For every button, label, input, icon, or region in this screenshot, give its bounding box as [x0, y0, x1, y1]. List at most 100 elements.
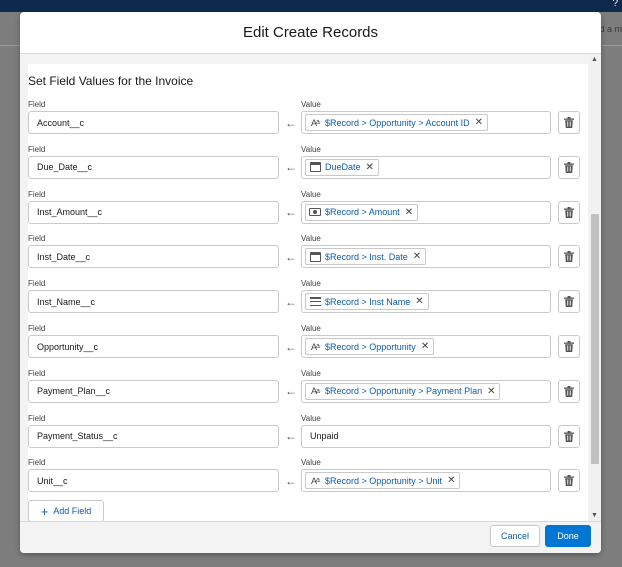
- remove-icon[interactable]: ✕: [415, 296, 423, 307]
- field-mapping-row: Field Value Inst_Date__c ← $Record > Ins…: [28, 234, 588, 274]
- resource-pill[interactable]: Aa $Record > Opportunity ✕: [305, 338, 435, 355]
- resource-pill[interactable]: Aa $Record > Opportunity > Unit ✕: [305, 472, 461, 490]
- resource-pill-label: $Record > Opportunity > Account ID: [325, 117, 470, 128]
- delete-row-button[interactable]: [558, 200, 580, 224]
- modal-scrollbar[interactable]: ▲ ▼: [589, 54, 601, 521]
- text-type-icon: Aa: [311, 117, 320, 128]
- add-field-label: Add Field: [53, 506, 92, 516]
- field-input[interactable]: Inst_Date__c: [28, 245, 279, 269]
- scroll-up-icon[interactable]: ▲: [591, 56, 598, 63]
- modal-footer: Cancel Done: [20, 521, 601, 553]
- resource-pill[interactable]: $Record > Inst Name ✕: [305, 293, 429, 311]
- resource-pill[interactable]: $Record > Amount ✕: [305, 203, 419, 221]
- resource-pill-label: $Record > Inst Name: [325, 296, 411, 307]
- resource-pill[interactable]: $Record > Inst. Date ✕: [305, 248, 427, 266]
- calendar-icon: [308, 161, 322, 174]
- value-label: Value: [301, 368, 321, 378]
- value-input[interactable]: Aa $Record > Opportunity ✕: [301, 335, 551, 358]
- trash-icon: [564, 475, 574, 487]
- field-input[interactable]: Inst_Name__c: [28, 290, 279, 314]
- section-title: Set Field Values for the Invoice: [28, 74, 194, 88]
- delete-row-button[interactable]: [558, 469, 580, 493]
- text-type-icon: Aa: [311, 475, 320, 486]
- field-input[interactable]: Payment_Plan__c: [28, 379, 279, 403]
- arrow-left-icon: ←: [285, 115, 297, 130]
- resource-pill-label: $Record > Opportunity: [325, 341, 416, 352]
- field-mapping-row: Field Value Payment_Status__c ← Unpaid: [28, 414, 588, 454]
- delete-row-button[interactable]: [558, 245, 580, 269]
- remove-icon[interactable]: ✕: [405, 207, 413, 218]
- field-mapping-row: Field Value Inst_Name__c ← $Record > Ins…: [28, 279, 588, 319]
- value-input[interactable]: Aa $Record > Opportunity > Unit ✕: [301, 469, 551, 493]
- resource-pill[interactable]: Aa $Record > Opportunity > Account ID ✕: [305, 114, 488, 131]
- field-mapping-row: Field Value Unit__c ← Aa $Record > Oppor…: [28, 458, 588, 498]
- value-input[interactable]: Aa $Record > Opportunity > Account ID ✕: [301, 111, 551, 134]
- trash-icon: [564, 296, 574, 308]
- modal-header: Edit Create Records: [20, 12, 601, 54]
- field-mapping-row: Field Value Due_Date__c ← DueDate ✕: [28, 145, 588, 185]
- field-input[interactable]: Payment_Status__c: [28, 424, 279, 448]
- field-label: Field: [28, 100, 46, 109]
- scrollbar-thumb[interactable]: [591, 214, 599, 464]
- field-input[interactable]: Opportunity__c: [28, 335, 279, 358]
- field-label: Field: [28, 234, 46, 244]
- remove-icon[interactable]: ✕: [447, 475, 455, 486]
- value-input[interactable]: $Record > Inst Name ✕: [301, 290, 551, 314]
- field-label: Field: [28, 189, 46, 199]
- remove-icon[interactable]: ✕: [475, 117, 483, 128]
- field-input[interactable]: Inst_Amount__c: [28, 200, 279, 224]
- resource-pill[interactable]: Aa $Record > Opportunity > Payment Plan …: [305, 382, 501, 400]
- arrow-left-icon: ←: [285, 249, 297, 264]
- edit-create-records-modal: Edit Create Records Set Field Values for…: [20, 12, 601, 553]
- arrow-left-icon: ←: [285, 473, 297, 488]
- field-mapping-row: Field Value Account__c ← Aa $Record > Op…: [28, 100, 588, 140]
- resource-pill-label: $Record > Opportunity > Payment Plan: [325, 386, 483, 397]
- arrow-left-icon: ←: [285, 294, 297, 309]
- remove-icon[interactable]: ✕: [487, 386, 495, 397]
- value-label: Value: [301, 144, 321, 154]
- trash-icon: [564, 385, 574, 397]
- trash-icon: [564, 341, 574, 352]
- remove-icon[interactable]: ✕: [366, 162, 374, 173]
- resource-pill[interactable]: DueDate ✕: [305, 158, 379, 176]
- add-field-button[interactable]: + Add Field: [28, 500, 104, 521]
- field-input[interactable]: Unit__c: [28, 469, 279, 493]
- field-input[interactable]: Due_Date__c: [28, 155, 279, 179]
- field-mapping-row: Field Value Inst_Amount__c ← $Record > A…: [28, 190, 588, 230]
- value-label: Value: [301, 279, 321, 289]
- scroll-down-icon[interactable]: ▼: [591, 512, 598, 519]
- value-input[interactable]: $Record > Inst. Date ✕: [301, 245, 551, 269]
- value-input[interactable]: Unpaid: [301, 424, 551, 448]
- arrow-left-icon: ←: [285, 429, 297, 444]
- calendar-icon: [308, 250, 322, 263]
- delete-row-button[interactable]: [558, 290, 580, 314]
- delete-row-button[interactable]: [558, 379, 580, 403]
- field-label: Field: [28, 144, 46, 154]
- field-mapping-row: Field Value Payment_Plan__c ← Aa $Record…: [28, 369, 588, 409]
- arrow-left-icon: ←: [285, 384, 297, 399]
- arrow-left-icon: ←: [285, 205, 297, 220]
- remove-icon[interactable]: ✕: [413, 251, 421, 262]
- delete-row-button[interactable]: [558, 424, 580, 448]
- field-values-panel: Set Field Values for the Invoice Field V…: [28, 64, 588, 521]
- value-input[interactable]: Aa $Record > Opportunity > Payment Plan …: [301, 379, 551, 403]
- delete-row-button[interactable]: [558, 155, 580, 179]
- arrow-left-icon: ←: [285, 160, 297, 175]
- field-label: Field: [28, 458, 46, 468]
- field-mapping-row: Field Value Opportunity__c ← Aa $Record …: [28, 324, 588, 364]
- value-input[interactable]: $Record > Amount ✕: [301, 200, 551, 224]
- resource-pill-label: $Record > Amount: [325, 207, 400, 218]
- cancel-button[interactable]: Cancel: [490, 525, 540, 547]
- value-input[interactable]: DueDate ✕: [301, 155, 551, 179]
- delete-row-button[interactable]: [558, 335, 580, 358]
- field-label: Field: [28, 279, 46, 289]
- field-label: Field: [28, 324, 46, 333]
- remove-icon[interactable]: ✕: [421, 341, 429, 352]
- help-icon[interactable]: ?: [612, 0, 618, 9]
- modal-title: Edit Create Records: [242, 24, 379, 41]
- field-input[interactable]: Account__c: [28, 111, 279, 134]
- delete-row-button[interactable]: [558, 111, 580, 134]
- value-label: Value: [301, 189, 321, 199]
- done-button[interactable]: Done: [545, 525, 591, 547]
- trash-icon: [564, 161, 574, 173]
